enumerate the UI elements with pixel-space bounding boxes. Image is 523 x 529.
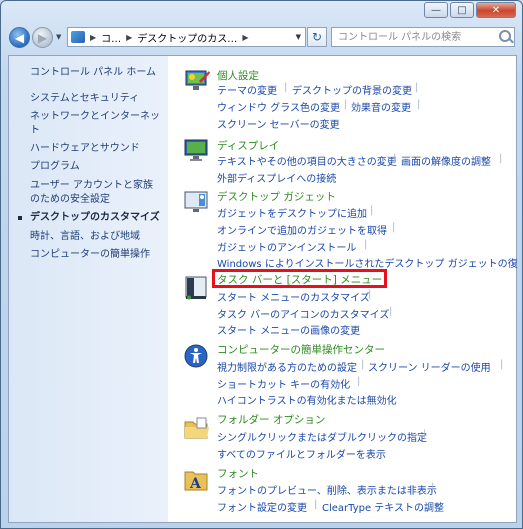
control-panel-icon [71,31,85,43]
address-dropdown-icon[interactable]: ▼ [296,33,301,41]
fonts-icon[interactable]: A [183,466,211,494]
link-change-desktop-background[interactable]: デスクトップの背景の変更 [292,82,412,97]
divider: | [415,82,419,93]
link-change-text-size[interactable]: テキストやその他の項目の大きさの変更 [217,153,397,168]
svg-text:A: A [189,476,202,492]
close-button[interactable]: ✕ [476,2,516,18]
breadcrumb-desktop-customize[interactable]: デスクトップのカス… [137,30,237,45]
link-connect-external-display[interactable]: 外部ディスプレイへの接続 [217,170,336,185]
navigation-bar: ◀ ▶ ▼ ▶ コ… ▶ デスクトップのカス… ▶ ▼ ↻ [5,25,516,51]
link-uninstall-gadget[interactable]: ガジェットのアンインストール [217,239,356,254]
link-change-window-glass-color[interactable]: ウィンドウ グラス色の変更 [217,99,340,114]
link-adjust-screen-resolution[interactable]: 画面の解像度の調整 [401,153,491,168]
divider: | [423,429,427,440]
divider: | [431,482,435,493]
breadcrumb-control-panel[interactable]: コ… [101,30,121,45]
forward-button[interactable]: ▶ [32,27,53,48]
category-title-fonts[interactable]: フォント [217,466,259,481]
sidebar-item-clock-region[interactable]: 時計、言語、および地域 [30,230,162,244]
link-single-or-double-click[interactable]: シングルクリックまたはダブルクリックの指定 [217,429,427,444]
display-icon[interactable] [183,136,211,164]
back-arrow-icon: ◀ [14,30,25,45]
divider: | [393,153,397,164]
personalization-icon[interactable] [183,67,211,95]
ease-of-access-icon[interactable] [183,343,211,371]
current-page-bullet [18,216,22,220]
desktop-gadgets-icon[interactable] [183,189,211,217]
divider: | [392,222,396,233]
divider: | [364,239,368,250]
link-change-font-settings[interactable]: フォント設定の変更 [217,499,307,514]
link-toggle-high-contrast[interactable]: ハイコントラストの有効化または無効化 [217,392,397,407]
maximize-button[interactable]: □ [450,2,474,18]
main-panel: 個人設定 テーマの変更 | デスクトップの背景の変更 | ウィンドウ グラス色の… [168,56,518,522]
breadcrumb-chevron-icon[interactable]: ▶ [90,33,96,42]
sidebar-item-hardware[interactable]: ハードウェアとサウンド [30,142,162,156]
sidebar-item-programs[interactable]: プログラム [30,160,162,174]
refresh-icon: ↻ [311,30,323,44]
divider: | [357,376,361,387]
refresh-button[interactable]: ↻ [307,27,327,47]
search-icon[interactable] [499,30,511,42]
divider: | [368,289,372,300]
divider: | [314,499,318,510]
category-title-folder-options[interactable]: フォルダー オプション [217,412,325,427]
window-controls: — □ ✕ [422,2,516,18]
sidebar-item-home[interactable]: コントロール パネル ホーム [30,66,162,80]
divider: | [361,359,365,370]
sidebar: コントロール パネル ホーム システムとセキュリティ ネットワークとインターネッ… [9,56,168,522]
category-title-ease-of-access-center[interactable]: コンピューターの簡単操作センター [217,342,385,357]
link-get-more-gadgets-online[interactable]: オンラインで追加のガジェットを取得 [217,222,387,237]
recent-pages-dropdown-icon[interactable]: ▼ [56,33,61,41]
sidebar-item-label: デスクトップのカスタマイズ [30,212,160,223]
link-customize-taskbar-icons[interactable]: タスク バーのアイコンのカスタマイズ [217,306,389,321]
sidebar-item-system-security[interactable]: システムとセキュリティ [30,92,162,106]
link-change-sound-effects[interactable]: 効果音の変更 [351,99,411,114]
link-preview-delete-fonts[interactable]: フォントのプレビュー、削除、表示または非表示 [217,482,437,497]
sidebar-item-ease-of-access[interactable]: コンピューターの簡単操作 [30,248,162,262]
control-panel-window: — □ ✕ ◀ ▶ ▼ ▶ コ… ▶ デスクトップのカス… ▶ ▼ ↻ コントロ… [0,0,523,529]
link-restore-installed-gadgets[interactable]: Windows によりインストールされたデスクトップ ガジェットの復 [217,255,518,270]
link-optimize-for-vision[interactable]: 視力制限がある方のための設定 [217,359,357,374]
search-input[interactable] [331,27,515,47]
link-show-hidden-files[interactable]: すべてのファイルとフォルダーを表示 [217,446,386,461]
sidebar-item-user-accounts[interactable]: ユーザー アカウントと家族のための安全設定 [30,179,162,207]
forward-arrow-icon: ▶ [37,30,48,45]
folder-options-icon[interactable] [183,414,211,442]
sidebar-item-desktop-customize[interactable]: デスクトップのカスタマイズ [18,211,162,225]
link-enable-shortcut-keys[interactable]: ショートカット キーの有効化 [217,376,350,391]
address-bar[interactable]: ▶ コ… ▶ デスクトップのカス… ▶ ▼ [67,27,306,47]
category-title-desktop-gadgets[interactable]: デスクトップ ガジェット [217,189,336,204]
content-area: コントロール パネル ホーム システムとセキュリティ ネットワークとインターネッ… [8,55,518,523]
link-customize-start-menu[interactable]: スタート メニューのカスタマイズ [217,289,370,304]
sidebar-item-network[interactable]: ネットワークとインターネット [30,110,162,138]
highlight-box [212,269,387,288]
divider: | [344,99,348,110]
taskbar-start-menu-icon[interactable] [183,274,211,302]
breadcrumb-chevron-icon[interactable]: ▶ [242,33,248,42]
back-button[interactable]: ◀ [9,27,30,48]
category-title-display[interactable]: ディスプレイ [217,138,279,153]
link-change-screen-saver[interactable]: スクリーン セーバーの変更 [217,116,340,131]
link-add-gadgets[interactable]: ガジェットをデスクトップに追加 [217,205,367,220]
link-change-start-menu-picture[interactable]: スタート メニューの画像の変更 [217,322,360,337]
divider: | [500,359,504,370]
divider: | [284,82,288,93]
breadcrumb-chevron-icon[interactable]: ▶ [126,33,132,42]
divider: | [389,306,393,317]
link-use-screen-reader[interactable]: スクリーン リーダーの使用 [368,359,491,374]
link-change-theme[interactable]: テーマの変更 [217,82,277,97]
category-title-personalization[interactable]: 個人設定 [217,68,259,83]
divider: | [417,99,421,110]
link-adjust-cleartype[interactable]: ClearType テキストの調整 [322,499,444,514]
divider: | [370,205,374,216]
divider: | [499,153,503,164]
minimize-button[interactable]: — [424,2,448,18]
